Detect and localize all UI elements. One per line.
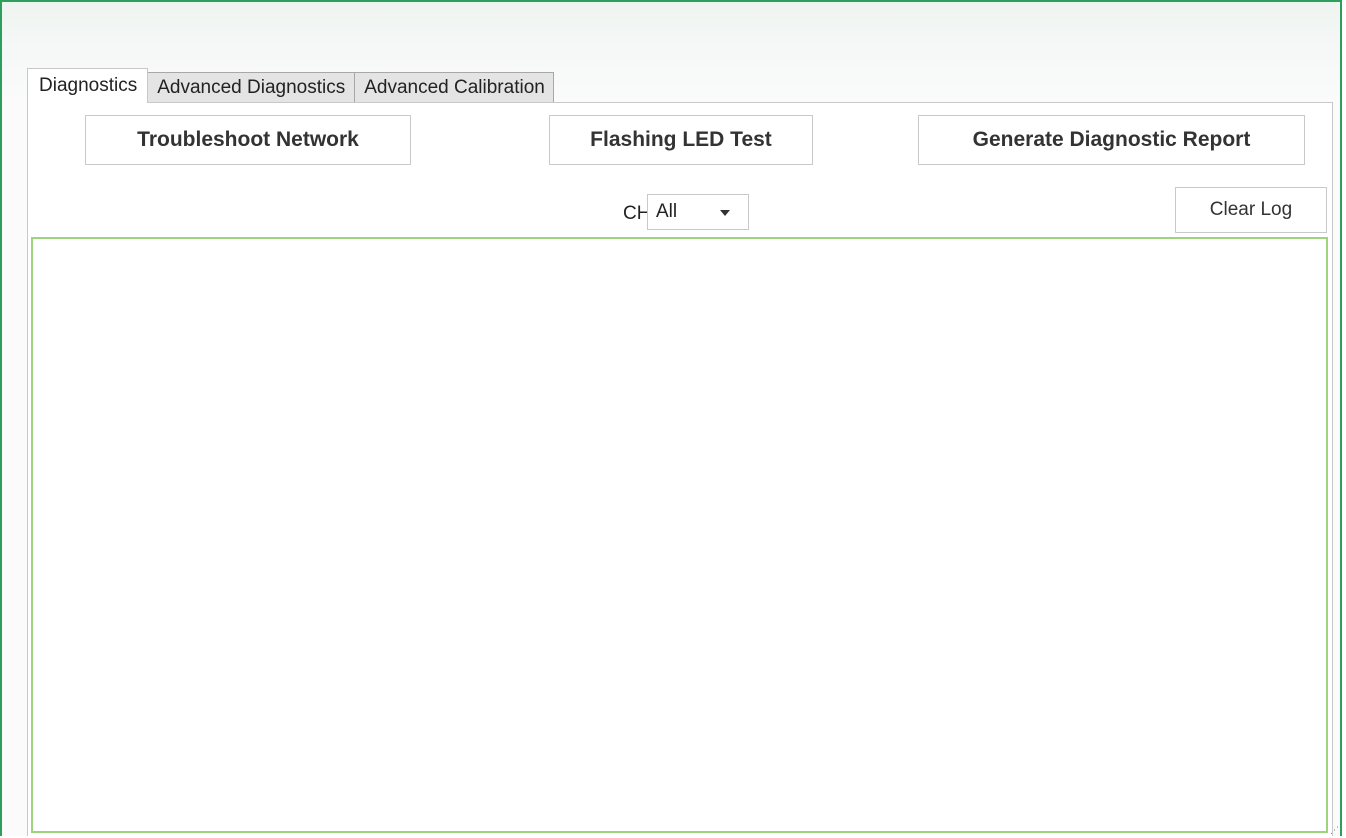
tab-bar: Diagnostics Advanced Diagnostics Advance…: [27, 68, 554, 103]
generate-diagnostic-report-button[interactable]: Generate Diagnostic Report: [918, 115, 1305, 165]
tab-advanced-calibration[interactable]: Advanced Calibration: [354, 72, 554, 102]
app-window: Diagnostics Advanced Diagnostics Advance…: [0, 0, 1342, 836]
channel-select[interactable]: All: [647, 194, 749, 230]
channel-selected-value: All: [656, 201, 678, 222]
diagnostics-panel: Troubleshoot Network Flashing LED Test G…: [27, 102, 1333, 836]
tab-diagnostics[interactable]: Diagnostics: [27, 68, 149, 103]
flashing-led-test-button[interactable]: Flashing LED Test: [549, 115, 813, 165]
troubleshoot-network-button[interactable]: Troubleshoot Network: [85, 115, 411, 165]
resize-grip-icon[interactable]: ⋰: [1330, 826, 1339, 835]
clear-log-button[interactable]: Clear Log: [1175, 187, 1327, 233]
tab-advanced-diagnostics[interactable]: Advanced Diagnostics: [147, 72, 356, 102]
log-output-area[interactable]: [31, 237, 1328, 833]
dropdown-arrow-icon: [720, 210, 730, 216]
